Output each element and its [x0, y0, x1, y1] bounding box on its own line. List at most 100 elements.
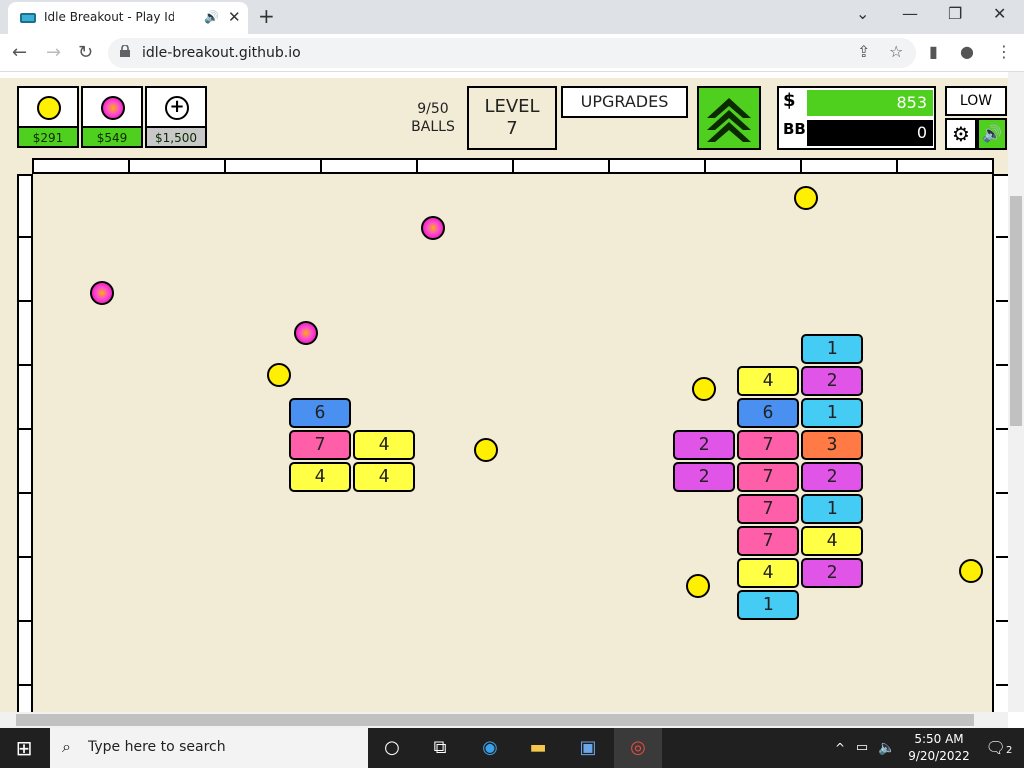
- brick[interactable]: 1: [737, 590, 799, 620]
- wall-tick: [800, 160, 802, 172]
- tab-audio-icon[interactable]: 🔊: [204, 10, 219, 24]
- upgrades-button[interactable]: UPGRADES: [561, 86, 688, 118]
- forward-icon[interactable]: →: [46, 42, 61, 63]
- lock-icon: [120, 45, 130, 57]
- brick[interactable]: 7: [737, 526, 799, 556]
- file-explorer-icon[interactable]: ▬: [514, 728, 562, 768]
- bb-symbol: BB: [783, 120, 806, 138]
- task-view-icon[interactable]: ⧉: [416, 728, 464, 768]
- brick[interactable]: 4: [801, 526, 863, 556]
- plasma-ball: [421, 216, 445, 240]
- brick[interactable]: 6: [289, 398, 351, 428]
- brick[interactable]: 4: [737, 558, 799, 588]
- brick[interactable]: 7: [737, 462, 799, 492]
- game-area[interactable]: $291 $549 + $1,500 9/50 BALLS LEVEL 7 UP…: [0, 78, 1008, 712]
- profile-icon[interactable]: ●: [960, 42, 974, 61]
- taskbar-search-box[interactable]: ⌕ Type here to search: [50, 728, 368, 768]
- buy-basic-ball-button[interactable]: $291: [17, 86, 79, 148]
- brick[interactable]: 6: [737, 398, 799, 428]
- side-panel-icon[interactable]: ▮: [929, 42, 938, 61]
- close-window-icon[interactable]: ✕: [993, 4, 1006, 23]
- menu-icon[interactable]: ⋮: [996, 42, 1012, 61]
- prestige-button[interactable]: [697, 86, 761, 150]
- brick[interactable]: 7: [737, 494, 799, 524]
- wall-tick: [704, 160, 706, 172]
- volume-icon[interactable]: 🔈: [876, 728, 898, 768]
- brick[interactable]: 2: [673, 462, 735, 492]
- windows-taskbar: ⊞ ⌕ Type here to search ○ ⧉ ◉ ▬ ▣ ◎ ^ ▭ …: [0, 728, 1024, 768]
- wall-tick: [996, 556, 1008, 558]
- browser-toolbar: ← → ↻ idle-breakout.github.io ⇪ ☆ ▮ ● ⋮: [0, 34, 1024, 72]
- back-icon[interactable]: ←: [12, 42, 27, 63]
- wall-tick: [19, 684, 31, 686]
- brick[interactable]: 7: [737, 430, 799, 460]
- plasma-ball: [90, 281, 114, 305]
- brick[interactable]: 1: [801, 398, 863, 428]
- vertical-scroll-thumb[interactable]: [1010, 196, 1022, 426]
- plasma-ball-price: $549: [83, 126, 141, 146]
- taskbar-search-placeholder: Type here to search: [88, 739, 226, 755]
- brick[interactable]: 4: [353, 430, 415, 460]
- clock-date: 9/20/2022: [908, 749, 970, 763]
- tab-close-icon[interactable]: ✕: [228, 8, 241, 26]
- notifications-icon[interactable]: 🗨2: [976, 728, 1022, 768]
- reload-icon[interactable]: ↻: [78, 42, 93, 63]
- edge-icon[interactable]: ◉: [466, 728, 514, 768]
- wall-tick: [128, 160, 130, 172]
- address-bar[interactable]: idle-breakout.github.io: [108, 38, 916, 68]
- sound-icon[interactable]: 🔊: [977, 118, 1007, 150]
- basic-ball: [959, 559, 983, 583]
- wall-tick: [320, 160, 322, 172]
- basic-ball: [692, 377, 716, 401]
- horizontal-scroll-thumb[interactable]: [16, 714, 974, 726]
- wall-tick: [19, 364, 31, 366]
- restore-icon[interactable]: ❐: [948, 4, 962, 23]
- brick[interactable]: 3: [801, 430, 863, 460]
- basic-ball: [267, 363, 291, 387]
- windows-start-icon[interactable]: ⊞: [0, 728, 48, 768]
- brick[interactable]: 4: [737, 366, 799, 396]
- brick[interactable]: 7: [289, 430, 351, 460]
- url-text: idle-breakout.github.io: [142, 45, 301, 61]
- wall-tick: [19, 492, 31, 494]
- brick[interactable]: 2: [801, 558, 863, 588]
- wall-tick: [416, 160, 418, 172]
- wall-tick: [224, 160, 226, 172]
- money-symbol: $: [783, 90, 796, 111]
- brick[interactable]: 4: [353, 462, 415, 492]
- level-label: LEVEL: [484, 96, 540, 117]
- wall-tick: [512, 160, 514, 172]
- brick[interactable]: 1: [801, 334, 863, 364]
- wall-tick: [996, 620, 1008, 622]
- browser-tab[interactable]: Idle Breakout - Play Idle Brea 🔊 ✕: [8, 2, 248, 34]
- wall-tick: [19, 300, 31, 302]
- store-icon[interactable]: ▣: [564, 728, 612, 768]
- tab-title: Idle Breakout - Play Idle Brea: [44, 10, 174, 24]
- browser-tab-bar: Idle Breakout - Play Idle Brea 🔊 ✕ + ⌄ —…: [0, 0, 1024, 34]
- brick[interactable]: 2: [801, 462, 863, 492]
- chrome-icon[interactable]: ◎: [614, 728, 662, 768]
- chevrons-up-icon: [707, 98, 751, 142]
- tray-chevron-icon[interactable]: ^: [830, 728, 850, 768]
- minimize-icon[interactable]: —: [902, 4, 918, 23]
- cortana-icon[interactable]: ○: [368, 728, 416, 768]
- wall-tick: [996, 236, 1008, 238]
- favicon-icon: [20, 13, 36, 23]
- taskbar-clock[interactable]: 5:50 AM 9/20/2022: [908, 731, 970, 765]
- tab-search-icon[interactable]: ⌄: [856, 4, 869, 23]
- share-icon[interactable]: ⇪: [857, 42, 870, 61]
- network-icon[interactable]: ▭: [852, 728, 872, 768]
- bookmark-star-icon[interactable]: ☆: [889, 42, 903, 61]
- brick[interactable]: 1: [801, 494, 863, 524]
- buy-more-button[interactable]: + $1,500: [145, 86, 207, 148]
- right-wall: [992, 174, 1008, 712]
- new-tab-button[interactable]: +: [258, 4, 275, 28]
- quality-toggle-button[interactable]: LOW: [945, 86, 1007, 116]
- brick[interactable]: 2: [801, 366, 863, 396]
- brick[interactable]: 4: [289, 462, 351, 492]
- brick[interactable]: 2: [673, 430, 735, 460]
- settings-gear-icon[interactable]: ⚙: [945, 118, 977, 150]
- wall-tick: [896, 160, 898, 172]
- plasma-ball: [294, 321, 318, 345]
- buy-plasma-ball-button[interactable]: $549: [81, 86, 143, 148]
